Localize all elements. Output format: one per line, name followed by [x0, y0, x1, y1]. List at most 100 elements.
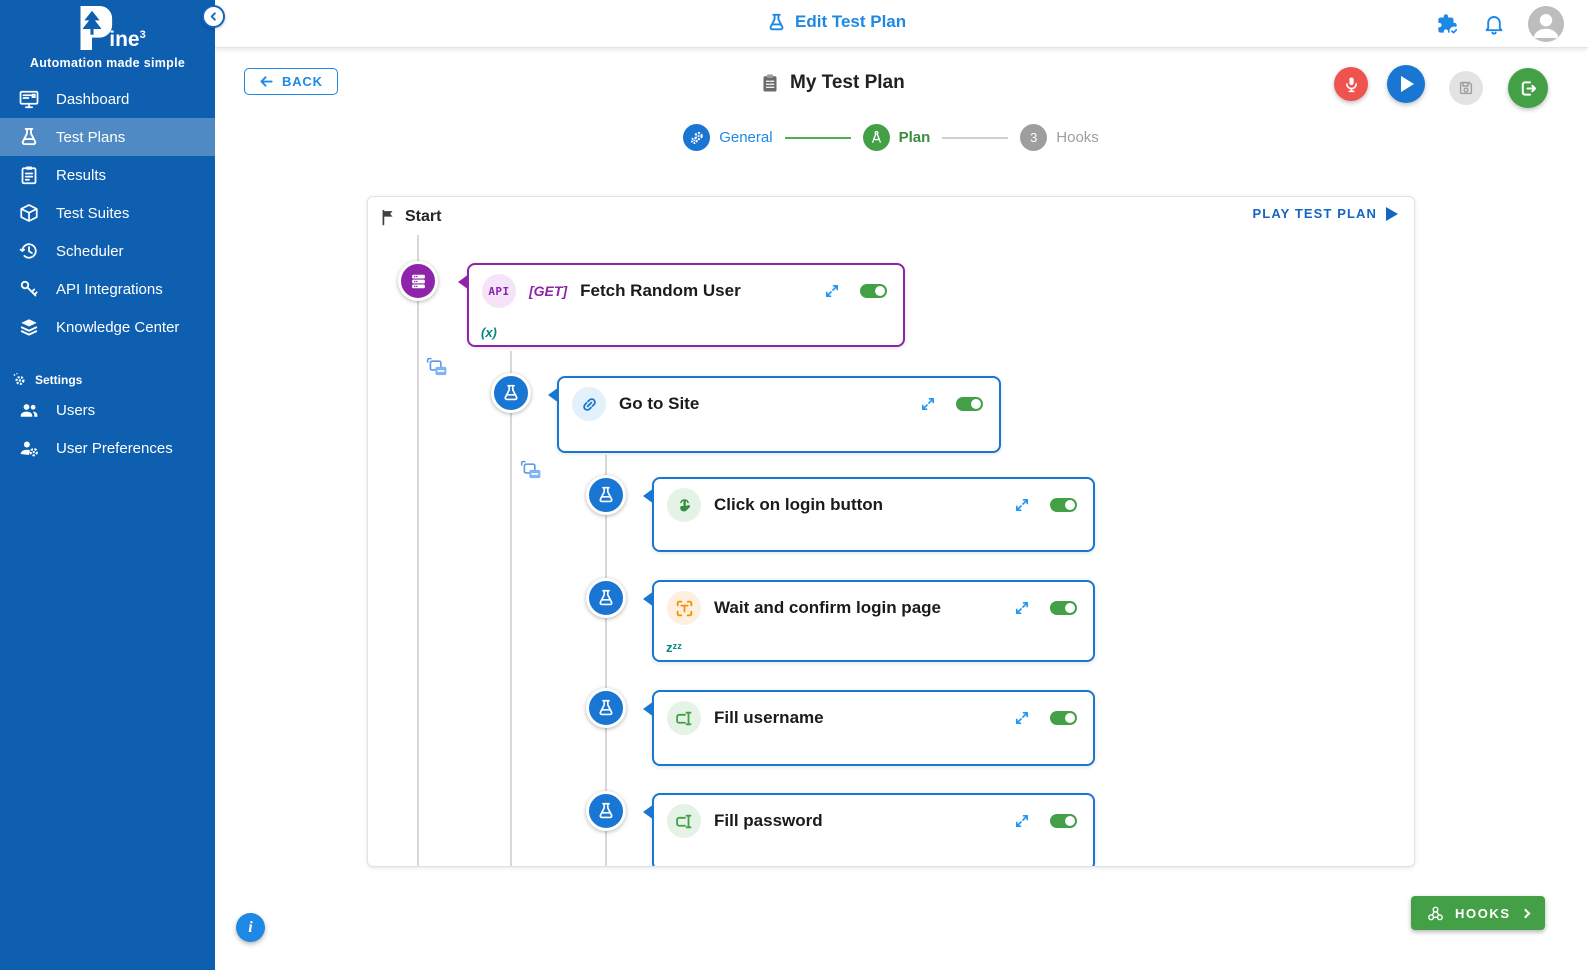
enabled-toggle[interactable] [956, 397, 983, 411]
sidebar-item-knowledge-center[interactable]: Knowledge Center [0, 308, 215, 346]
flask-icon [599, 802, 613, 819]
wizard-stepper: General Plan 3 Hooks [367, 124, 1415, 151]
text-scan-icon [667, 591, 701, 625]
test-plan-title: My Test Plan [760, 72, 905, 94]
step-plan[interactable]: Plan [862, 124, 931, 151]
expand-icon[interactable] [1014, 813, 1030, 829]
sidebar-item-label: Dashboard [56, 90, 130, 108]
info-icon: i [248, 918, 253, 936]
top-bar-actions [1434, 6, 1564, 42]
microphone-button[interactable] [1334, 67, 1368, 101]
node-note-sleep: zᶻᶻ [666, 640, 682, 655]
sidebar-item-label: Users [56, 401, 96, 419]
expand-icon[interactable] [920, 396, 936, 412]
sidebar-item-label: Test Plans [56, 128, 126, 146]
node-pointer [643, 804, 654, 820]
test-step-circle[interactable] [586, 688, 626, 728]
enabled-toggle[interactable] [1050, 498, 1077, 512]
expand-icon[interactable] [1014, 710, 1030, 726]
node-title: Fill password [714, 811, 823, 830]
compass-icon [862, 124, 890, 151]
sidebar-item-test-suites[interactable]: Test Suites [0, 194, 215, 232]
enabled-toggle[interactable] [1050, 601, 1077, 615]
app-root: ine3 Automation made simple Dashboard Te… [0, 0, 1588, 970]
save-exit-icon [1521, 80, 1536, 96]
node-note: (x) [481, 325, 497, 340]
play-icon [1386, 206, 1398, 221]
test-step-circle[interactable] [586, 475, 626, 515]
floppy-icon [1459, 81, 1473, 95]
webhook-icon [1428, 906, 1443, 920]
save-button-disabled[interactable] [1449, 71, 1483, 105]
sidebar-item-scheduler[interactable]: Scheduler [0, 232, 215, 270]
play-test-plan-button[interactable]: PLAY TEST PLAN [1253, 206, 1398, 221]
users-icon [20, 404, 38, 417]
flow-node-go-to-site[interactable]: Go to Site [548, 376, 1001, 453]
sidebar-item-label: Results [56, 166, 107, 184]
sidebar-item-test-plans[interactable]: Test Plans [0, 118, 215, 156]
sidebar-item-dashboard[interactable]: Dashboard [0, 80, 215, 118]
enabled-toggle[interactable] [1050, 711, 1077, 725]
chevron-left-icon [210, 12, 216, 21]
sidebar-item-api-integrations[interactable]: API Integrations [0, 270, 215, 308]
sidebar-item-users[interactable]: Users [0, 391, 215, 429]
settings-label: Settings [35, 372, 83, 387]
flow-node-click-login[interactable]: Click on login button [643, 477, 1095, 552]
api-step-circle[interactable] [398, 261, 438, 301]
keys-icon [20, 280, 38, 297]
save-exit-button[interactable] [1508, 68, 1548, 108]
play-icon [1401, 76, 1414, 92]
brand-name: ine3 [109, 28, 146, 51]
expand-icon[interactable] [1014, 497, 1030, 513]
page-title: Edit Test Plan [767, 12, 906, 32]
gear-icon [13, 373, 25, 385]
sidebar: ine3 Automation made simple Dashboard Te… [0, 0, 215, 970]
bell-icon[interactable] [1482, 12, 1506, 36]
input-field-icon [667, 804, 701, 838]
sidebar-settings-header: Settings [0, 346, 215, 391]
enabled-toggle[interactable] [860, 284, 887, 298]
sidebar-item-results[interactable]: Results [0, 156, 215, 194]
user-gear-icon [20, 441, 38, 457]
node-pointer [548, 387, 559, 403]
flow-node-fetch-random-user[interactable]: API [GET] Fetch Random User (x) [458, 263, 905, 347]
step-label: Plan [898, 129, 931, 146]
step-label: Hooks [1056, 129, 1099, 146]
flow-node-fill-password[interactable]: Fill password [643, 793, 1095, 866]
brand-logo: ine3 [0, 0, 215, 52]
test-step-circle[interactable] [586, 578, 626, 618]
flask-icon [769, 13, 784, 30]
info-button[interactable]: i [236, 913, 265, 942]
step-connector-pending [942, 136, 1009, 139]
arrow-left-icon [260, 76, 273, 87]
input-field-icon [667, 701, 701, 735]
play-button[interactable] [1387, 65, 1425, 103]
test-step-circle[interactable] [586, 791, 626, 831]
node-title: Fetch Random User [580, 281, 741, 300]
step-hooks[interactable]: 3 Hooks [1020, 124, 1099, 151]
avatar[interactable] [1528, 6, 1564, 42]
puzzle-check-icon[interactable] [1434, 11, 1460, 37]
expand-icon[interactable] [1014, 600, 1030, 616]
dashboard-icon [19, 90, 39, 109]
enabled-toggle[interactable] [1050, 814, 1077, 828]
history-clock-icon [19, 243, 37, 259]
microphone-icon [1345, 76, 1357, 92]
hooks-button[interactable]: HOOKS [1411, 896, 1545, 930]
duplicate-icon[interactable] [520, 460, 542, 482]
back-button[interactable]: BACK [244, 68, 338, 95]
flask-icon [599, 589, 613, 606]
flow-node-wait-confirm-login[interactable]: Wait and confirm login page zᶻᶻ [643, 580, 1095, 662]
expand-icon[interactable] [824, 283, 840, 299]
sidebar-item-label: Knowledge Center [56, 318, 180, 336]
layers-icon [20, 319, 38, 336]
step-general[interactable]: General [683, 124, 773, 151]
duplicate-icon[interactable] [426, 357, 448, 379]
node-pointer [643, 701, 654, 717]
sidebar-item-user-preferences[interactable]: User Preferences [0, 429, 215, 467]
test-step-circle[interactable] [491, 373, 531, 413]
link-icon [572, 387, 606, 421]
sidebar-collapse-button[interactable] [202, 5, 225, 28]
flow-node-fill-username[interactable]: Fill username [643, 690, 1095, 766]
step-number-badge: 3 [1020, 124, 1048, 151]
